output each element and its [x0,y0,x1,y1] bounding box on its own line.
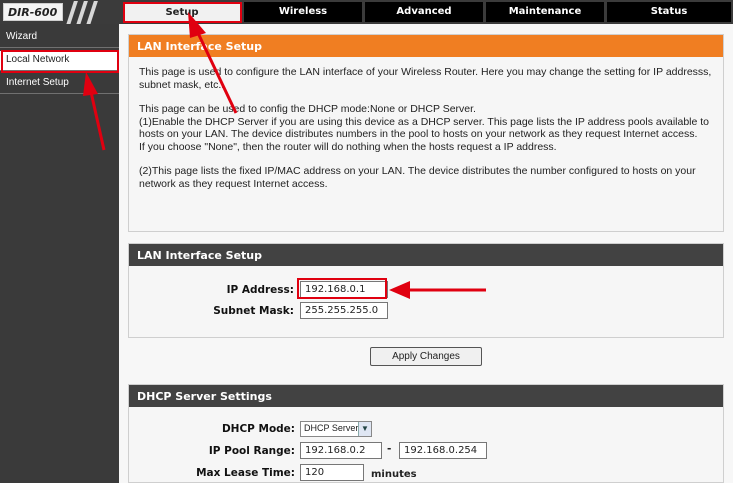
arrow-to-ip-address [389,281,486,299]
annotation-arrows [83,12,486,299]
arrow-to-local-network [83,72,106,151]
arrow-to-setup-tab [188,12,238,114]
